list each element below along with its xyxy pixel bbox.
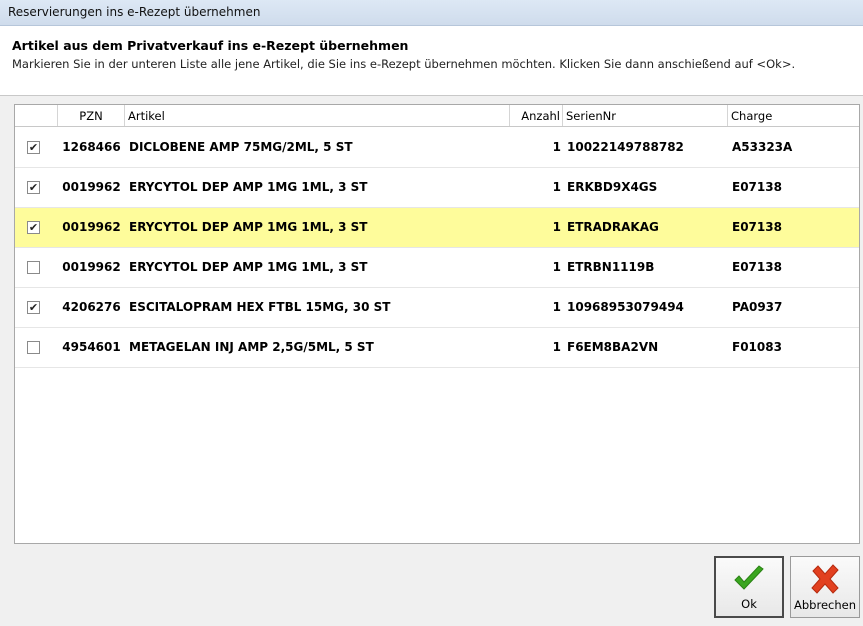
row-checkbox[interactable]: ✔ [27, 221, 40, 234]
cell-artikel: ERYCYTOL DEP AMP 1MG 1ML, 3 ST [129, 260, 368, 274]
window-titlebar: Reservierungen ins e-Rezept übernehmen [0, 0, 863, 26]
cell-charge: A53323A [732, 140, 793, 154]
window-title: Reservierungen ins e-Rezept übernehmen [8, 5, 261, 19]
cell-seriennr: 10968953079494 [567, 300, 684, 314]
row-checkbox[interactable]: ✔ [27, 181, 40, 194]
cell-pzn: 4954601 [62, 340, 121, 354]
cell-pzn: 0019962 [62, 260, 121, 274]
cell-seriennr: ETRADRAKAG [567, 220, 659, 234]
cell-artikel: DICLOBENE AMP 75MG/2ML, 5 ST [129, 140, 353, 154]
ok-button[interactable]: Ok [714, 556, 784, 618]
row-checkbox[interactable]: ✔ [27, 141, 40, 154]
table-row[interactable]: ✔ 1268466 DICLOBENE AMP 75MG/2ML, 5 ST 1 100… [15, 128, 859, 168]
article-table[interactable]: PZN Artikel Anzahl SerienNr Charge ✔ 1268… [14, 104, 860, 544]
cell-anzahl: 1 [552, 260, 561, 274]
cell-anzahl: 1 [552, 220, 561, 234]
cell-pzn: 0019962 [62, 180, 121, 194]
cell-pzn: 1268466 [62, 140, 121, 154]
cell-artikel: ERYCYTOL DEP AMP 1MG 1ML, 3 ST [129, 220, 368, 234]
table-row[interactable]: ✔ 0019962 ERYCYTOL DEP AMP 1MG 1ML, 3 ST 1 E… [15, 168, 859, 208]
column-header-charge[interactable]: Charge [728, 105, 859, 126]
cancel-button[interactable]: Abbrechen [790, 556, 860, 618]
cell-pzn: 4206276 [62, 300, 121, 314]
cell-charge: PA0937 [732, 300, 783, 314]
cell-artikel: METAGELAN INJ AMP 2,5G/5ML, 5 ST [129, 340, 374, 354]
cell-artikel: ERYCYTOL DEP AMP 1MG 1ML, 3 ST [129, 180, 368, 194]
red-x-icon [811, 564, 839, 594]
green-checkmark-icon [734, 565, 764, 590]
column-header-pzn[interactable]: PZN [58, 105, 125, 126]
table-header: PZN Artikel Anzahl SerienNr Charge [15, 105, 859, 127]
column-header-anzahl[interactable]: Anzahl [510, 105, 563, 126]
cell-seriennr: ETRBN1119B [567, 260, 655, 274]
ok-button-label: Ok [741, 597, 757, 611]
cell-seriennr: 10022149788782 [567, 140, 684, 154]
column-header-seriennr[interactable]: SerienNr [563, 105, 728, 126]
column-header-artikel[interactable]: Artikel [125, 105, 510, 126]
cell-seriennr: F6EM8BA2VN [567, 340, 659, 354]
cell-anzahl: 1 [552, 140, 561, 154]
cell-anzahl: 1 [552, 180, 561, 194]
table-row[interactable]: ✔ 4206276 ESCITALOPRAM HEX FTBL 15MG, 30 S… [15, 288, 859, 328]
cell-charge: E07138 [732, 180, 782, 194]
dialog-instructions: Markieren Sie in der unteren Liste alle … [12, 57, 796, 71]
cell-charge: E07138 [732, 220, 782, 234]
cell-charge: F01083 [732, 340, 782, 354]
cell-anzahl: 1 [552, 300, 561, 314]
row-checkbox[interactable] [27, 261, 40, 274]
row-checkbox[interactable] [27, 341, 40, 354]
dialog-heading: Artikel aus dem Privatverkauf ins e-Reze… [12, 38, 409, 53]
dialog-header: Artikel aus dem Privatverkauf ins e-Reze… [0, 26, 863, 96]
cancel-button-label: Abbrechen [794, 598, 856, 612]
cell-artikel: ESCITALOPRAM HEX FTBL 15MG, 30 ST [129, 300, 391, 314]
cell-pzn: 0019962 [62, 220, 121, 234]
cell-anzahl: 1 [552, 340, 561, 354]
column-header-check[interactable] [15, 105, 58, 126]
cell-seriennr: ERKBD9X4GS [567, 180, 658, 194]
table-row[interactable]: 4954601 METAGELAN INJ AMP 2,5G/5ML, 5 ST 1… [15, 328, 859, 368]
cell-charge: E07138 [732, 260, 782, 274]
table-row[interactable]: ✔ 0019962 ERYCYTOL DEP AMP 1MG 1ML, 3 ST 1 E… [15, 208, 859, 248]
table-row[interactable]: 0019962 ERYCYTOL DEP AMP 1MG 1ML, 3 ST 1 ET… [15, 248, 859, 288]
row-checkbox[interactable]: ✔ [27, 301, 40, 314]
